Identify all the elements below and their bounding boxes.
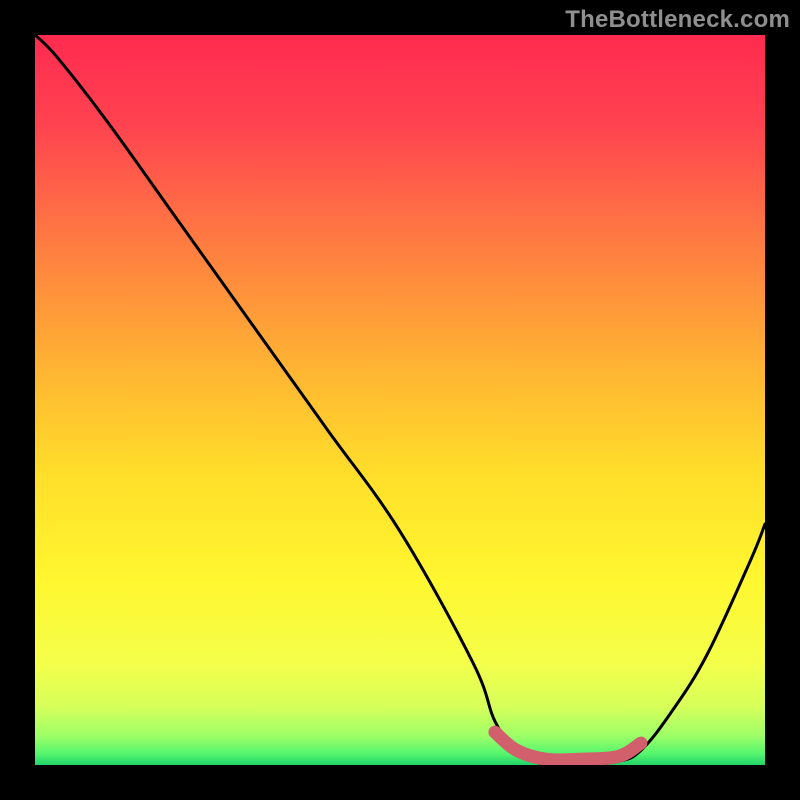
chart-frame: TheBottleneck.com — [0, 0, 800, 800]
watermark-text: TheBottleneck.com — [565, 6, 790, 34]
plot-svg — [35, 35, 765, 765]
gradient-background — [35, 35, 765, 765]
plot-area — [35, 35, 765, 765]
